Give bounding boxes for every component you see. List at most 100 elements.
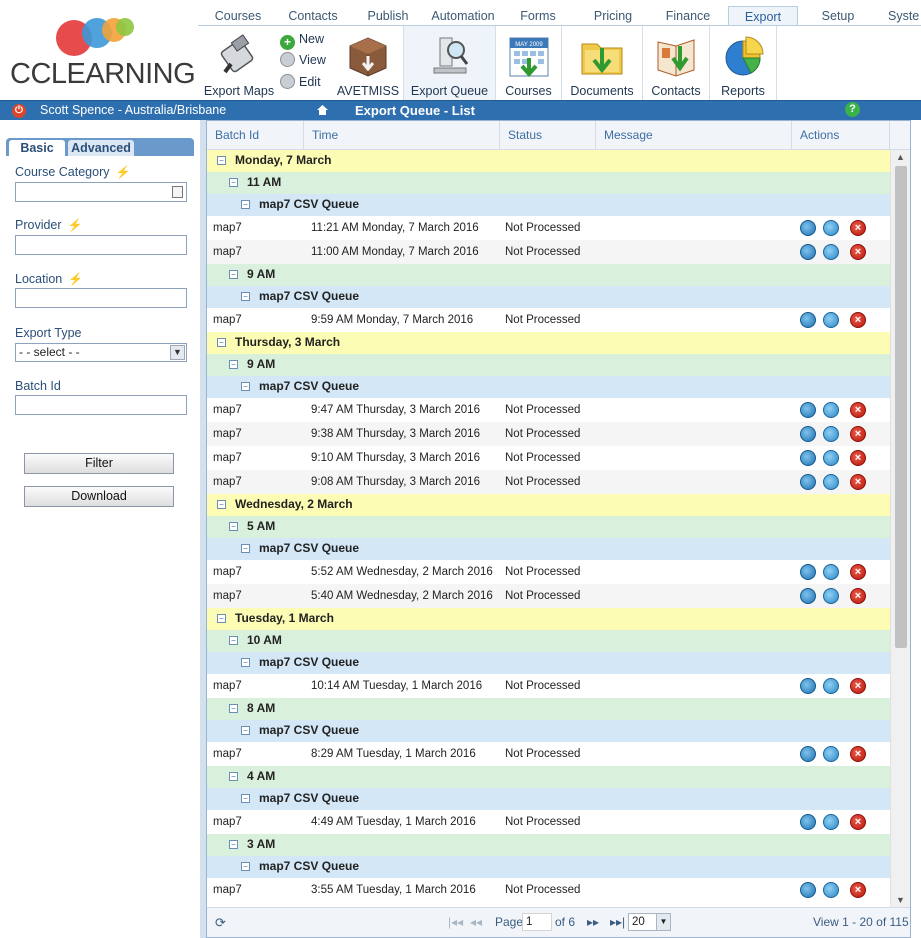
collapse-icon[interactable]: − — [241, 862, 250, 871]
export-type-select[interactable]: - - select - - ▼ — [15, 343, 187, 362]
reports-export-button[interactable]: Reports — [710, 26, 777, 100]
collapse-icon[interactable]: − — [241, 292, 250, 301]
collapse-icon[interactable]: − — [217, 500, 226, 509]
collapse-icon[interactable]: − — [241, 726, 250, 735]
collapse-icon[interactable]: − — [241, 544, 250, 553]
collapse-icon[interactable]: − — [241, 658, 250, 667]
collapse-icon[interactable]: − — [241, 382, 250, 391]
collapse-icon[interactable]: − — [229, 270, 238, 279]
delete-icon[interactable]: × — [850, 564, 866, 580]
last-page-icon[interactable]: ▸▸| — [610, 915, 625, 929]
delete-icon[interactable]: × — [850, 450, 866, 466]
page-number-input[interactable]: 1 — [522, 913, 552, 931]
collapse-icon[interactable]: − — [229, 840, 238, 849]
collapse-icon[interactable]: − — [229, 522, 238, 531]
edit-icon[interactable] — [823, 474, 839, 490]
collapse-icon[interactable]: − — [229, 636, 238, 645]
col-message[interactable]: Message — [596, 121, 792, 150]
delete-icon[interactable]: × — [850, 588, 866, 604]
delete-icon[interactable]: × — [850, 474, 866, 490]
user-name[interactable]: Scott Spence - Australia/Brisbane — [40, 103, 226, 117]
table-row[interactable]: map7 9:38 AM Thursday, 3 March 2016 Not Pr… — [207, 422, 890, 446]
delete-icon[interactable]: × — [850, 814, 866, 830]
refresh-icon[interactable]: ⟳ — [215, 915, 226, 931]
edit-icon[interactable] — [823, 450, 839, 466]
delete-icon[interactable]: × — [850, 244, 866, 260]
tab-contacts[interactable]: Contacts — [278, 6, 348, 25]
vertical-scrollbar[interactable]: ▲ ▼ — [890, 150, 910, 908]
edit-icon[interactable] — [823, 426, 839, 442]
view-icon[interactable] — [800, 220, 816, 236]
table-row[interactable]: map7 5:40 AM Wednesday, 2 March 2016 Not P… — [207, 584, 890, 608]
view-icon[interactable] — [800, 882, 816, 898]
help-icon[interactable]: ? — [845, 102, 860, 117]
home-icon[interactable] — [316, 104, 329, 116]
table-row[interactable]: map7 9:08 AM Thursday, 3 March 2016 Not Pr… — [207, 470, 890, 494]
view-icon[interactable] — [800, 450, 816, 466]
scroll-thumb[interactable] — [895, 166, 907, 648]
location-field[interactable] — [15, 288, 187, 308]
avetmiss-button[interactable]: AVETMISS — [332, 26, 404, 100]
table-row[interactable]: map7 9:59 AM Monday, 7 March 2016 Not Proc… — [207, 308, 890, 332]
table-row[interactable]: map7 9:47 AM Thursday, 3 March 2016 Not Pr… — [207, 398, 890, 422]
view-icon[interactable] — [800, 564, 816, 580]
view-icon[interactable] — [800, 746, 816, 762]
delete-icon[interactable]: × — [850, 882, 866, 898]
view-icon[interactable] — [800, 474, 816, 490]
edit-icon[interactable] — [823, 312, 839, 328]
delete-icon[interactable]: × — [850, 678, 866, 694]
filter-button[interactable]: Filter — [24, 453, 174, 474]
edit-icon[interactable] — [823, 588, 839, 604]
collapse-icon[interactable]: − — [229, 178, 238, 187]
table-row[interactable]: map7 4:49 AM Tuesday, 1 March 2016 Not Pro… — [207, 810, 890, 834]
col-time[interactable]: Time — [304, 121, 500, 150]
edit-icon[interactable] — [823, 402, 839, 418]
collapse-icon[interactable]: − — [229, 704, 238, 713]
edit-icon[interactable] — [823, 678, 839, 694]
collapse-icon[interactable]: − — [241, 200, 250, 209]
batch-id-field[interactable] — [15, 395, 187, 415]
collapse-icon[interactable]: − — [217, 614, 226, 623]
delete-icon[interactable]: × — [850, 402, 866, 418]
view-icon[interactable] — [800, 814, 816, 830]
collapse-icon[interactable]: − — [241, 794, 250, 803]
delete-icon[interactable]: × — [850, 220, 866, 236]
page-size-select[interactable]: 20 ▼ — [628, 913, 671, 931]
tab-export[interactable]: Export — [728, 6, 798, 25]
view-button[interactable]: View — [280, 51, 326, 69]
tab-courses[interactable]: Courses — [198, 6, 278, 25]
collapse-icon[interactable]: − — [217, 156, 226, 165]
collapse-icon[interactable]: − — [229, 360, 238, 369]
table-row[interactable]: map7 5:52 AM Wednesday, 2 March 2016 Not P… — [207, 560, 890, 584]
export-maps-button[interactable]: Export Maps — [200, 26, 278, 100]
delete-icon[interactable]: × — [850, 746, 866, 762]
chevron-down-icon[interactable]: ▼ — [656, 914, 670, 930]
tab-automation[interactable]: Automation — [428, 6, 498, 25]
col-batch-id[interactable]: Batch Id — [207, 121, 304, 150]
edit-icon[interactable] — [823, 882, 839, 898]
col-status[interactable]: Status — [500, 121, 596, 150]
tab-setup[interactable]: Setup — [808, 6, 868, 25]
edit-icon[interactable] — [823, 564, 839, 580]
view-icon[interactable] — [800, 402, 816, 418]
courses-export-button[interactable]: MAY 2009 Courses — [496, 26, 562, 100]
tab-basic[interactable]: Basic — [9, 140, 65, 156]
collapse-icon[interactable]: − — [229, 772, 238, 781]
table-row[interactable]: map7 9:10 AM Thursday, 3 March 2016 Not Pr… — [207, 446, 890, 470]
edit-icon[interactable] — [823, 244, 839, 260]
tab-system[interactable]: Syste — [888, 6, 921, 25]
download-button[interactable]: Download — [24, 486, 174, 507]
tab-pricing[interactable]: Pricing — [578, 6, 648, 25]
tab-forms[interactable]: Forms — [498, 6, 578, 25]
table-row[interactable]: map7 11:21 AM Monday, 7 March 2016 Not Pro… — [207, 216, 890, 240]
chevron-down-icon[interactable]: ▼ — [170, 345, 185, 360]
first-page-icon[interactable]: |◂◂ — [448, 915, 463, 929]
delete-icon[interactable]: × — [850, 426, 866, 442]
tab-advanced[interactable]: Advanced — [68, 140, 134, 156]
tab-publish[interactable]: Publish — [348, 6, 428, 25]
view-icon[interactable] — [800, 588, 816, 604]
scroll-down-icon[interactable]: ▼ — [893, 893, 908, 908]
table-row[interactable]: map7 8:29 AM Tuesday, 1 March 2016 Not Pro… — [207, 742, 890, 766]
view-icon[interactable] — [800, 244, 816, 260]
export-queue-button[interactable]: Export Queue — [404, 26, 496, 100]
